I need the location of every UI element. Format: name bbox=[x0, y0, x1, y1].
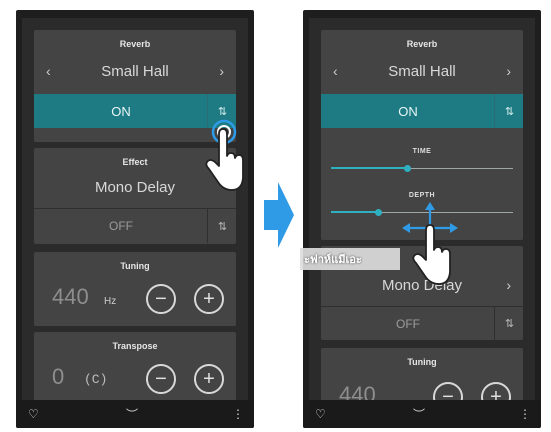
time-slider-fill bbox=[331, 167, 408, 169]
tuning-title: Tuning bbox=[407, 357, 437, 367]
left-phone-screen: Reverb ‹ Small Hall › ON ⇅ Effect Mono D… bbox=[16, 10, 254, 428]
heart-icon[interactable]: ♡ bbox=[28, 407, 39, 421]
tap-hand-icon bbox=[205, 119, 244, 191]
overlay-caption: ะฟาห์แมีเอะ bbox=[300, 248, 400, 270]
next-arrow-icon[interactable]: › bbox=[506, 277, 511, 293]
reverb-selector: ‹ Small Hall › bbox=[321, 56, 523, 86]
reverb-title: Reverb bbox=[119, 39, 151, 49]
drag-hand-icon bbox=[402, 202, 458, 285]
chevron-down-icon[interactable]: ︶ bbox=[413, 406, 425, 423]
reverb-on-label: ON bbox=[398, 103, 418, 119]
time-slider-thumb[interactable] bbox=[404, 165, 412, 172]
tuning-plus-button[interactable]: + bbox=[481, 382, 511, 400]
tuning-value: 440 bbox=[339, 382, 376, 400]
effect-off-label: OFF bbox=[396, 316, 420, 331]
transition-arrow-icon bbox=[264, 182, 294, 248]
plus-icon: + bbox=[203, 288, 215, 310]
tuning-minus-button[interactable]: − bbox=[433, 382, 463, 400]
minus-icon: − bbox=[442, 386, 454, 400]
tuning-minus-button[interactable]: − bbox=[146, 284, 176, 314]
depth-slider-thumb[interactable] bbox=[375, 209, 383, 216]
effect-settings-icon[interactable]: ⇅ bbox=[495, 307, 523, 340]
chevron-down-icon[interactable]: ︶ bbox=[126, 406, 138, 423]
reverb-title: Reverb bbox=[406, 39, 438, 49]
effect-off-button[interactable]: OFF ⇅ bbox=[321, 307, 523, 340]
transpose-minus-button[interactable]: − bbox=[146, 364, 176, 394]
reverb-on-label: ON bbox=[111, 103, 131, 119]
tuning-unit: Hz bbox=[104, 296, 117, 307]
effect-off-label: OFF bbox=[109, 219, 133, 233]
prev-arrow-icon[interactable]: ‹ bbox=[46, 63, 51, 79]
reverb-on-button[interactable]: ON ⇅ bbox=[321, 94, 523, 128]
reverb-selector: ‹ Small Hall › bbox=[34, 56, 236, 86]
effect-value: Mono Delay bbox=[94, 178, 176, 196]
reverb-value: Small Hall bbox=[388, 62, 456, 80]
time-label: TIME bbox=[412, 148, 432, 155]
transpose-key: (C) bbox=[84, 372, 108, 387]
transpose-value: 0 bbox=[52, 364, 65, 389]
plus-icon: + bbox=[203, 368, 215, 390]
bottom-toolbar: ♡ ︶ ⋮ bbox=[303, 400, 541, 428]
tuning-plus-button[interactable]: + bbox=[194, 284, 224, 314]
minus-icon: − bbox=[155, 288, 167, 310]
next-arrow-icon[interactable]: › bbox=[219, 63, 224, 79]
reverb-value: Small Hall bbox=[101, 62, 169, 80]
effect-settings-icon[interactable]: ⇅ bbox=[208, 209, 236, 243]
transpose-title: Transpose bbox=[112, 341, 158, 351]
tuning-card: Tuning 440 Hz − + bbox=[34, 252, 236, 326]
bottom-toolbar: ♡ ︶ ⋮ bbox=[16, 400, 254, 428]
more-icon[interactable]: ⋮ bbox=[232, 407, 244, 421]
minus-icon: − bbox=[155, 368, 167, 390]
tuning-card: Tuning 440 − + bbox=[321, 348, 523, 400]
time-slider[interactable] bbox=[331, 165, 513, 172]
next-arrow-icon[interactable]: › bbox=[506, 63, 511, 79]
effect-off-button[interactable]: OFF ⇅ bbox=[34, 209, 236, 243]
heart-icon[interactable]: ♡ bbox=[315, 407, 326, 421]
settings-screen: Reverb ‹ Small Hall › ON ⇅ Effect Mono D… bbox=[22, 18, 248, 400]
reverb-settings-icon[interactable]: ⇅ bbox=[495, 94, 523, 128]
transpose-card: Transpose 0 (C) − + bbox=[34, 332, 236, 400]
tuning-value: 440 bbox=[52, 284, 89, 309]
more-icon[interactable]: ⋮ bbox=[519, 407, 531, 421]
depth-label: DEPTH bbox=[408, 192, 436, 199]
plus-icon: + bbox=[490, 386, 502, 400]
tuning-title: Tuning bbox=[120, 261, 150, 271]
depth-slider-fill bbox=[331, 211, 379, 213]
prev-arrow-icon[interactable]: ‹ bbox=[333, 63, 338, 79]
transpose-plus-button[interactable]: + bbox=[194, 364, 224, 394]
